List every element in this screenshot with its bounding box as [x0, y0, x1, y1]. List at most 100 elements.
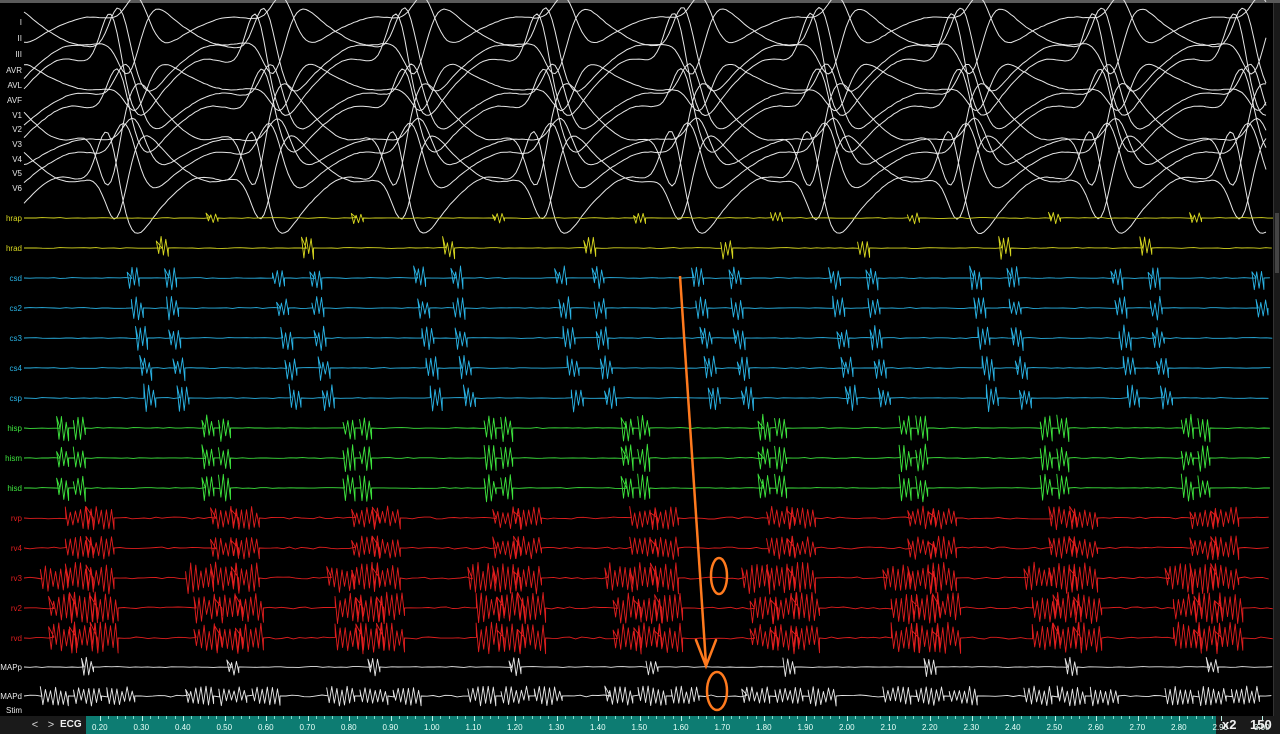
timeline-minor-tick — [423, 716, 425, 719]
timeline-minor-tick — [1154, 716, 1156, 719]
timeline-minor-tick — [631, 716, 633, 719]
timeline-tick-label: 1.60 — [673, 723, 689, 732]
trace-rvp — [23, 505, 1269, 531]
timeline-minor-tick — [606, 716, 608, 719]
ecg-button[interactable]: ECG — [60, 718, 82, 732]
timeline-minor-tick — [1112, 716, 1114, 719]
channel-label-iii: III — [15, 50, 22, 59]
timeline-minor-tick — [166, 716, 168, 719]
timeline-minor-tick — [1170, 716, 1172, 719]
timeline-minor-tick — [216, 716, 218, 719]
annotation-arrow-line — [678, 275, 708, 665]
time-ruler[interactable]: 0.20 0.30 0.40 0.50 0.60 0.70 0.80 0.90 1.00 1.10… — [86, 716, 1270, 734]
timeline-minor-tick — [656, 716, 658, 719]
trace-rv4 — [23, 535, 1269, 561]
timeline-minor-tick — [315, 716, 317, 719]
timeline-minor-tick — [788, 716, 790, 719]
timeline-tick-label: 2.20 — [922, 723, 938, 732]
channel-label-csp: csp — [10, 394, 23, 403]
timeline-tick — [1013, 716, 1014, 721]
timeline-minor-tick — [564, 716, 566, 719]
timeline-minor-tick — [880, 716, 882, 719]
timeline-tick-label: 0.30 — [133, 723, 150, 732]
timeline-tick — [971, 716, 973, 721]
timeline-minor-tick — [539, 716, 541, 719]
channel-label-csd: csd — [10, 274, 22, 283]
trace-ii — [23, 8, 1267, 75]
timeline-minor-tick — [963, 716, 965, 719]
timeline-tick-label: 0.60 — [258, 723, 274, 732]
timeline-tick — [515, 716, 516, 721]
trace-avr — [23, 12, 1267, 116]
channel-label-rv3: rv3 — [11, 574, 23, 583]
timeline-tick-label: 0.50 — [216, 723, 233, 732]
timeline-minor-tick — [672, 716, 674, 719]
timeline-minor-tick — [241, 716, 243, 719]
timeline-tick — [100, 716, 101, 721]
channel-label-v2: V2 — [12, 125, 22, 134]
channel-label-mapd: MAPd — [0, 692, 22, 701]
previous-page-button[interactable]: < — [28, 718, 42, 732]
timeline-minor-tick — [448, 716, 450, 719]
channel-label-hism: hism — [5, 454, 22, 463]
timeline-minor-tick — [506, 716, 508, 719]
timeline-tick-label: 0.40 — [175, 723, 191, 732]
trace-hism — [23, 443, 1270, 473]
channel-label-cs2: cs2 — [10, 304, 23, 313]
trace-avl — [23, 63, 1267, 112]
timeline-minor-tick — [622, 716, 624, 719]
timeline-minor-tick — [871, 716, 873, 719]
ep-recording-viewer: I II III AVR AVL AVF V1 V2 V3 V4 V5 V6 hrap hrad csd cs… — [0, 0, 1280, 734]
timeline-minor-tick — [647, 716, 649, 719]
timeline-tick — [847, 716, 848, 721]
timeline-minor-tick — [581, 716, 583, 719]
timeline-tick — [390, 716, 392, 721]
timeline-tick-label: 1.00 — [424, 723, 440, 732]
timeline-minor-tick — [249, 716, 251, 719]
channel-label-rv2: rv2 — [11, 604, 23, 613]
scrollbar-thumb[interactable] — [1275, 213, 1279, 273]
signal-traces-panel: IIIIIIAVRAVLAVFV1V2V3V4V5V6hraphradcsdcs… — [0, 0, 1274, 715]
timeline-minor-tick — [108, 716, 110, 719]
channel-label-ii: II — [18, 34, 22, 43]
timeline-minor-tick — [1029, 716, 1031, 719]
timeline-minor-tick — [797, 716, 799, 719]
trace-hisp — [23, 413, 1270, 443]
trace-rv2 — [23, 591, 1273, 625]
trace-hrap — [23, 211, 1274, 225]
channel-label-v6: V6 — [12, 184, 22, 193]
timeline-minor-tick — [979, 716, 981, 719]
timeline-minor-tick — [207, 716, 209, 719]
timeline-tick — [349, 716, 350, 721]
timeline-minor-tick — [124, 716, 126, 719]
timeline-tick — [141, 716, 143, 721]
trace-csd — [23, 265, 1270, 291]
vertical-scrollbar[interactable] — [1273, 3, 1280, 716]
bottom-toolbar: < > ECG 0.20 0.30 0.40 0.50 0.60 0.70 0.80 0.90… — [0, 716, 1280, 734]
timeline-minor-tick — [1129, 716, 1131, 719]
timeline-minor-tick — [332, 716, 334, 719]
timeline-minor-tick — [1004, 716, 1006, 719]
timeline-tick-label: 1.30 — [548, 723, 565, 732]
channel-label-stim: Stim — [6, 706, 22, 715]
next-page-button[interactable]: > — [44, 718, 58, 732]
zoom-level[interactable]: x2 — [1222, 717, 1236, 732]
timeline-minor-tick — [299, 716, 301, 719]
timeline-tick-label: 1.10 — [465, 723, 482, 732]
timeline-tick-label: 2.50 — [1046, 723, 1063, 732]
timeline-tick — [473, 716, 475, 721]
channel-label-rvd: rvd — [11, 634, 22, 643]
channel-label-avf: AVF — [7, 96, 22, 105]
timeline-minor-tick — [1104, 716, 1106, 719]
timeline-tick — [307, 716, 309, 721]
trace-hrad — [24, 235, 1272, 260]
timeline-tick-label: 1.90 — [797, 723, 814, 732]
timeline-minor-tick — [1071, 716, 1073, 719]
timeline-minor-tick — [257, 716, 259, 719]
timeline-minor-tick — [1087, 716, 1089, 719]
channel-label-avl: AVL — [7, 81, 22, 90]
timeline-minor-tick — [490, 716, 492, 719]
sweep-speed[interactable]: 150 — [1250, 717, 1272, 732]
channel-label-hrap: hrap — [6, 214, 23, 223]
annotation-circle-rv3 — [709, 556, 729, 596]
